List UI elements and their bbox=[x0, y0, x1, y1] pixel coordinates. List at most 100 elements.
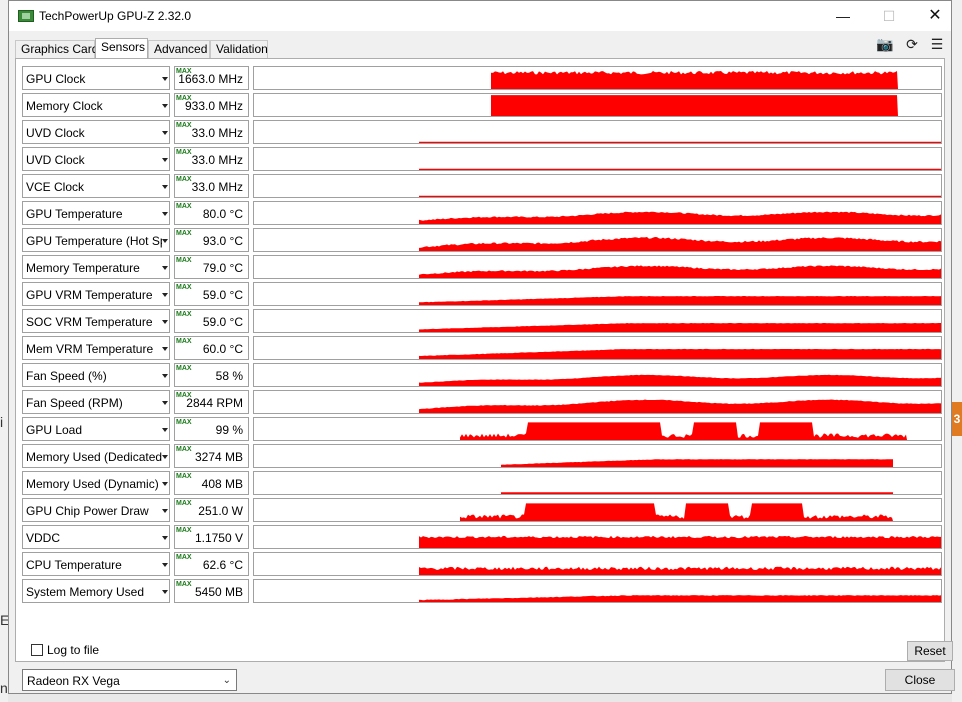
minimize-button[interactable]: — bbox=[820, 1, 866, 31]
graph-plot bbox=[419, 323, 941, 332]
dropdown-arrow-icon bbox=[162, 104, 168, 108]
dropdown-arrow-icon bbox=[162, 347, 168, 351]
max-indicator: MAX bbox=[176, 527, 192, 534]
dropdown-arrow-icon bbox=[162, 212, 168, 216]
close-button[interactable]: Close bbox=[885, 669, 955, 691]
sensor-label-dropdown[interactable]: GPU Load bbox=[22, 417, 170, 441]
tab-graphics-card[interactable]: Graphics Card bbox=[15, 40, 98, 58]
close-window-button[interactable]: ✕ bbox=[912, 1, 958, 31]
gpuz-window: TechPowerUp GPU-Z 2.32.0 — ☐ ✕ Graphics … bbox=[8, 0, 955, 694]
sensor-label-dropdown[interactable]: GPU VRM Temperature bbox=[22, 282, 170, 306]
sensor-row: Memory Temperature MAX 79.0 °C bbox=[22, 255, 942, 279]
sensor-label-dropdown[interactable]: Memory Used (Dynamic) bbox=[22, 471, 170, 495]
sensor-row: System Memory Used MAX 5450 MB bbox=[22, 579, 942, 603]
sensor-value-box: MAX 60.0 °C bbox=[174, 336, 249, 360]
sensor-label: System Memory Used bbox=[26, 585, 145, 599]
dropdown-arrow-icon bbox=[162, 131, 168, 135]
sensor-label-dropdown[interactable]: Memory Clock bbox=[22, 93, 170, 117]
sensor-value: 79.0 °C bbox=[202, 261, 243, 275]
sensor-label: Mem VRM Temperature bbox=[26, 342, 154, 356]
dropdown-arrow-icon bbox=[162, 509, 168, 513]
sensor-value-box: MAX 933.0 MHz bbox=[174, 93, 249, 117]
sensor-label-dropdown[interactable]: VCE Clock bbox=[22, 174, 170, 198]
sensor-row: Memory Used (Dynamic) MAX 408 MB bbox=[22, 471, 942, 495]
graph-plot bbox=[419, 374, 941, 386]
sensor-label: GPU Chip Power Draw bbox=[26, 504, 149, 518]
tab-validation[interactable]: Validation bbox=[210, 40, 268, 58]
sensor-label: Memory Used (Dedicated) bbox=[26, 450, 162, 464]
dropdown-arrow-icon bbox=[162, 293, 168, 297]
sensor-graph bbox=[253, 282, 942, 306]
graph-plot bbox=[419, 168, 941, 170]
sensor-label-dropdown[interactable]: CPU Temperature bbox=[22, 552, 170, 576]
sensor-label: UVD Clock bbox=[26, 126, 85, 140]
tab-advanced[interactable]: Advanced bbox=[148, 40, 210, 58]
background-text: i bbox=[0, 414, 4, 430]
title-bar[interactable]: TechPowerUp GPU-Z 2.32.0 — ☐ ✕ bbox=[9, 1, 951, 31]
dropdown-arrow-icon bbox=[162, 266, 168, 270]
sensor-label-dropdown[interactable]: Fan Speed (RPM) bbox=[22, 390, 170, 414]
sensor-value-box: MAX 3274 MB bbox=[174, 444, 249, 468]
sensor-value: 251.0 W bbox=[198, 504, 243, 518]
sensor-value-box: MAX 79.0 °C bbox=[174, 255, 249, 279]
graph-plot bbox=[419, 195, 941, 197]
camera-icon[interactable]: 📷 bbox=[875, 35, 895, 53]
refresh-icon[interactable]: ⟳ bbox=[902, 35, 922, 53]
graph-plot bbox=[419, 566, 941, 575]
sensor-value-box: MAX 33.0 MHz bbox=[174, 174, 249, 198]
menu-icon[interactable]: ☰ bbox=[927, 35, 947, 53]
sensor-label-dropdown[interactable]: GPU Temperature bbox=[22, 201, 170, 225]
sensor-value-box: MAX 2844 RPM bbox=[174, 390, 249, 414]
sensor-label-dropdown[interactable]: Memory Used (Dedicated) bbox=[22, 444, 170, 468]
max-indicator: MAX bbox=[176, 365, 192, 372]
reset-button[interactable]: Reset bbox=[907, 641, 953, 661]
background-left-edge: i E n bbox=[0, 0, 9, 702]
sensor-value: 933.0 MHz bbox=[184, 99, 243, 113]
dropdown-arrow-icon bbox=[162, 320, 168, 324]
sensor-label-dropdown[interactable]: GPU Temperature (Hot Spot) bbox=[22, 228, 170, 252]
gpu-select[interactable]: Radeon RX Vega ⌄ bbox=[22, 669, 237, 691]
sensor-row: GPU Temperature MAX 80.0 °C bbox=[22, 201, 942, 225]
sensor-value-box: MAX 58 % bbox=[174, 363, 249, 387]
sensor-row: Fan Speed (RPM) MAX 2844 RPM bbox=[22, 390, 942, 414]
sensor-label: SOC VRM Temperature bbox=[26, 315, 153, 329]
graph-area bbox=[419, 211, 941, 224]
sensor-label-dropdown[interactable]: GPU Clock bbox=[22, 66, 170, 90]
sensor-label: GPU Load bbox=[26, 423, 83, 437]
graph-plot bbox=[501, 459, 893, 467]
sensor-label-dropdown[interactable]: VDDC bbox=[22, 525, 170, 549]
sensor-graph bbox=[253, 552, 942, 576]
sensor-label-dropdown[interactable]: UVD Clock bbox=[22, 120, 170, 144]
sensor-label: Fan Speed (RPM) bbox=[26, 396, 123, 410]
graph-area bbox=[419, 323, 941, 332]
sensor-value: 60.0 °C bbox=[202, 342, 243, 356]
sensor-label: VCE Clock bbox=[26, 180, 85, 194]
sensor-label-dropdown[interactable]: Fan Speed (%) bbox=[22, 363, 170, 387]
sensor-label-dropdown[interactable]: UVD Clock bbox=[22, 147, 170, 171]
sensor-label-dropdown[interactable]: System Memory Used bbox=[22, 579, 170, 603]
tab-sensors[interactable]: Sensors bbox=[95, 38, 148, 59]
max-indicator: MAX bbox=[176, 284, 192, 291]
dropdown-arrow-icon bbox=[162, 455, 168, 459]
graph-area bbox=[419, 237, 941, 251]
max-indicator: MAX bbox=[176, 473, 192, 480]
sensor-value: 33.0 MHz bbox=[191, 153, 243, 167]
sensor-value-box: MAX 408 MB bbox=[174, 471, 249, 495]
gpu-card-icon bbox=[18, 10, 34, 22]
graph-plot bbox=[419, 296, 941, 305]
sensor-label-dropdown[interactable]: SOC VRM Temperature bbox=[22, 309, 170, 333]
maximize-button[interactable]: ☐ bbox=[866, 1, 912, 31]
log-to-file-checkbox[interactable] bbox=[31, 644, 43, 656]
graph-area bbox=[419, 265, 941, 278]
window-title: TechPowerUp GPU-Z 2.32.0 bbox=[39, 9, 192, 23]
dropdown-arrow-icon bbox=[162, 590, 168, 594]
graph-plot bbox=[460, 503, 893, 521]
graph-plot bbox=[419, 237, 941, 251]
graph-plot bbox=[491, 71, 898, 89]
max-indicator: MAX bbox=[176, 500, 192, 507]
sensor-label-dropdown[interactable]: Memory Temperature bbox=[22, 255, 170, 279]
sensor-label-dropdown[interactable]: GPU Chip Power Draw bbox=[22, 498, 170, 522]
sensor-label-dropdown[interactable]: Mem VRM Temperature bbox=[22, 336, 170, 360]
sensor-value: 33.0 MHz bbox=[191, 180, 243, 194]
sensor-value: 5450 MB bbox=[194, 585, 243, 599]
